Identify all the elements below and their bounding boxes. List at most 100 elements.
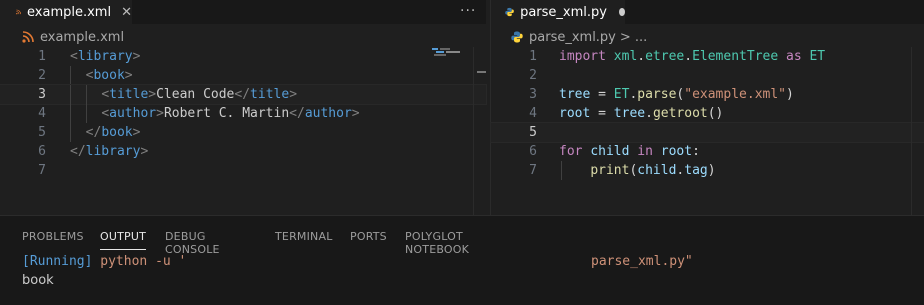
code-token: child	[590, 144, 630, 159]
breadcrumb[interactable]: example.xml	[22, 27, 124, 47]
code-token: title	[109, 87, 149, 102]
line-number: 4	[38, 106, 46, 121]
line-number: 2	[38, 68, 46, 83]
breadcrumb[interactable]: parse_xml.py > ...	[511, 27, 647, 47]
code-line[interactable]: 6 </library>	[0, 142, 486, 161]
breadcrumb-file: parse_xml.py	[529, 29, 616, 45]
code-token: =	[590, 87, 614, 102]
line-text: <library>	[70, 47, 140, 66]
breadcrumb-file: example.xml	[40, 29, 125, 45]
code-token: import	[559, 49, 606, 64]
code-token: book	[101, 125, 133, 140]
code-token: tree	[613, 106, 646, 121]
code-token: ET	[809, 49, 826, 64]
panel-tab-debug-console[interactable]: DEBUG CONSOLE	[165, 230, 220, 256]
code-line[interactable]: 4 root = tree.getroot()	[491, 104, 924, 123]
code-token: parse	[637, 87, 677, 102]
breadcrumb-symbols[interactable]: > ...	[620, 30, 647, 45]
tab-label: example.xml	[27, 4, 112, 20]
close-icon[interactable]: ✕	[121, 5, 132, 20]
code-token: >	[289, 87, 298, 102]
left-editor-group: example.xml ✕ ··· example.xml 1 <library>…	[0, 0, 487, 215]
right-tab-bar: parse_xml.py	[491, 0, 924, 24]
code-token: etree	[645, 49, 685, 64]
code-line[interactable]: 3 <title>Clean Code</title>	[0, 84, 487, 105]
code-token: >	[156, 106, 164, 121]
code-line[interactable]: 2 <book>	[0, 66, 486, 85]
panel-tab-terminal[interactable]: TERMINAL	[275, 230, 333, 243]
code-token: tag	[684, 163, 708, 178]
line-number: 7	[38, 163, 46, 178]
code-token: =	[590, 106, 614, 121]
output-line-command: [Running] python -u ' parse_xml.py"	[22, 254, 693, 269]
code-line[interactable]: 7 print(child.tag)	[491, 161, 924, 180]
code-token: root	[660, 144, 693, 159]
panel-tab-output[interactable]: OUTPUT	[100, 230, 147, 250]
code-token: Robert C. Martin	[163, 106, 290, 121]
vertical-scrollbar[interactable]	[911, 47, 924, 215]
line-text: </book>	[70, 123, 141, 142]
code-line[interactable]: 7	[0, 161, 486, 180]
code-token: as	[786, 49, 802, 64]
command-file: parse_xml.py"	[591, 254, 693, 269]
panel-tab-ports[interactable]: PORTS	[350, 230, 387, 243]
code-token: Clean Code	[156, 87, 235, 102]
code-token: .	[637, 49, 646, 64]
line-number: 1	[529, 49, 537, 64]
command-text: python -u '	[92, 254, 187, 269]
code-token: ElementTree	[692, 49, 779, 64]
right-editor-group: parse_xml.py parse_xml.py > ... 1 import …	[490, 0, 924, 215]
code-token: >	[132, 49, 141, 64]
rss-icon	[22, 31, 34, 43]
more-actions-icon[interactable]: ···	[460, 3, 476, 19]
line-text: <book>	[70, 66, 133, 85]
code-token: ET	[613, 87, 630, 102]
code-token: </	[289, 106, 305, 121]
line-number: 5	[529, 125, 537, 140]
tab-parse-xml-py[interactable]: parse_xml.py	[491, 0, 625, 24]
line-text: import xml.etree.ElementTree as ET	[559, 47, 825, 66]
left-tab-bar: example.xml ✕ ···	[0, 0, 486, 24]
code-line[interactable]: 1 import xml.etree.ElementTree as ET	[491, 47, 924, 66]
code-token: for	[559, 144, 583, 159]
code-line[interactable]: 2	[491, 66, 924, 85]
code-token: ()	[707, 106, 724, 121]
code-token: </	[70, 144, 86, 159]
line-number: 5	[38, 125, 46, 140]
tab-example-xml[interactable]: example.xml ✕	[0, 0, 132, 24]
code-token: <	[70, 49, 78, 64]
code-line[interactable]: 6 for child in root:	[491, 142, 924, 161]
code-token: <	[101, 106, 110, 121]
line-number: 6	[38, 144, 46, 159]
code-token: )	[786, 87, 794, 102]
code-line[interactable]: 4 <author>Robert C. Martin</author>	[0, 104, 486, 123]
code-token: :	[692, 144, 700, 159]
line-text: print(child.tag)	[559, 161, 715, 180]
rss-icon	[16, 9, 21, 15]
code-editor-python[interactable]: 1 import xml.etree.ElementTree as ET 2 3 tre…	[490, 47, 924, 180]
line-text: tree = ET.parse("example.xml")	[559, 85, 794, 104]
code-line[interactable]: 1 <library>	[0, 47, 486, 66]
unsaved-dot-icon[interactable]	[618, 8, 625, 16]
line-number: 4	[529, 106, 537, 121]
panel-tab-polyglot-notebook[interactable]: POLYGLOT NOTEBOOK	[405, 230, 469, 256]
code-editor-xml[interactable]: 1 <library> 2 <book> 3 <title>Clean Code</t…	[0, 47, 487, 180]
code-token: root	[559, 106, 591, 121]
code-line[interactable]: 5 </book>	[0, 123, 486, 142]
code-token: >	[140, 144, 149, 159]
code-token: book	[93, 68, 125, 83]
code-line[interactable]: 5	[490, 122, 924, 143]
minimap[interactable]	[432, 47, 472, 57]
panel-tab-problems[interactable]: PROBLEMS	[22, 230, 84, 243]
code-line[interactable]: 3 tree = ET.parse("example.xml")	[491, 85, 924, 104]
code-token: author	[304, 106, 352, 121]
code-token: getroot	[652, 106, 708, 121]
line-text: root = tree.getroot()	[559, 104, 723, 123]
tab-label: parse_xml.py	[520, 4, 607, 20]
